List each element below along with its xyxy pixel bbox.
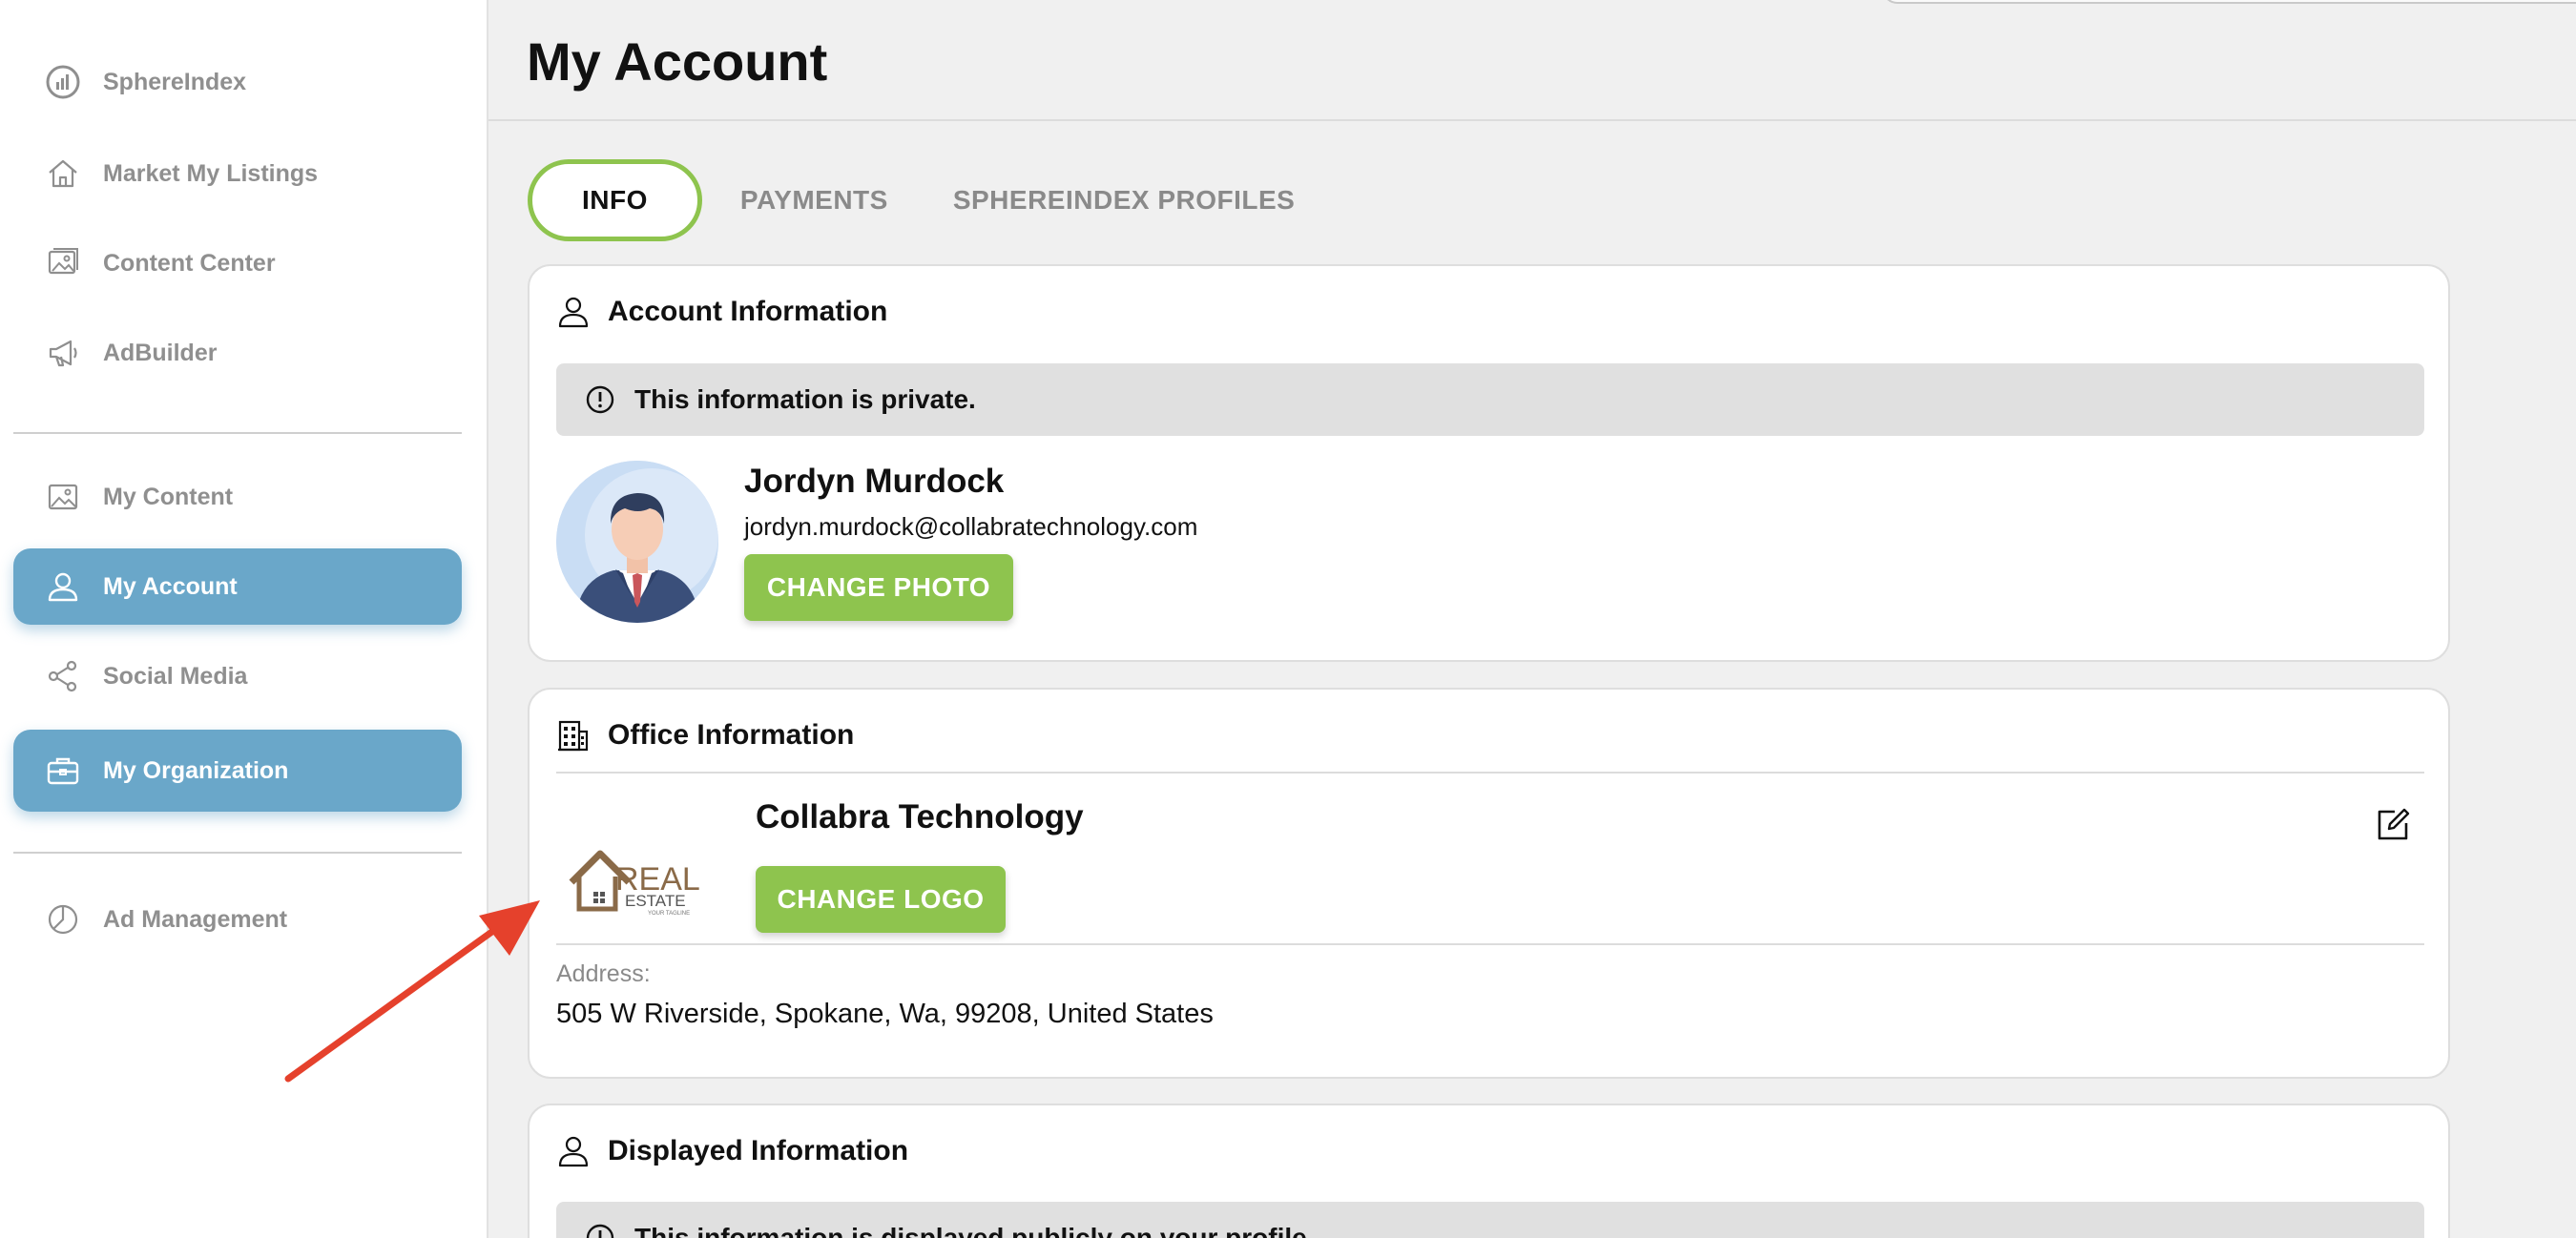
card-title: Displayed Information (608, 1135, 909, 1166)
tab-info[interactable]: INFO (528, 159, 702, 241)
card-header: Account Information (556, 295, 887, 329)
sidebar-item-label: My Organization (103, 756, 289, 784)
divider (556, 772, 2424, 774)
card-title: Office Information (608, 719, 855, 751)
sidebar-item-market-my-listings[interactable]: Market My Listings (13, 135, 462, 212)
change-logo-button[interactable]: CHANGE LOGO (756, 866, 1006, 933)
logo-text-sub: ESTATE (625, 892, 686, 910)
gallery-icon (42, 242, 84, 284)
avatar (556, 461, 718, 623)
organization-logo: REAL ESTATE YOUR TAGLINE (562, 823, 724, 928)
alert-circle-icon (586, 1224, 614, 1238)
sidebar-divider (13, 432, 462, 434)
notice-text: This information is displayed publicly o… (634, 1223, 1315, 1238)
user-icon (558, 297, 589, 328)
divider (556, 943, 2424, 945)
card-header: Office Information (556, 718, 854, 753)
address-label: Address: (556, 960, 651, 987)
user-email: jordyn.murdock@collabratechnology.com (744, 512, 1198, 541)
sidebar-item-label: Social Media (103, 662, 248, 690)
change-photo-button[interactable]: CHANGE PHOTO (744, 554, 1013, 621)
card-header: Displayed Information (556, 1134, 908, 1168)
account-tabs: INFO PAYMENTS SPHEREINDEX PROFILES (528, 159, 1360, 241)
tab-payments[interactable]: PAYMENTS (740, 185, 888, 216)
tab-sphereindex-profiles[interactable]: SPHEREINDEX PROFILES (953, 185, 1296, 216)
image-icon (42, 476, 84, 518)
logo-tagline: YOUR TAGLINE (648, 911, 690, 917)
account-information-card: Account Information This information is … (528, 264, 2450, 662)
megaphone-icon (42, 332, 84, 374)
displayed-information-card: Displayed Information This information i… (528, 1104, 2450, 1238)
sidebar-item-my-account[interactable]: My Account (13, 548, 462, 625)
sidebar-item-label: My Content (103, 483, 234, 510)
sidebar-item-label: My Account (103, 572, 238, 600)
office-information-card: Office Information REAL ESTATE YOUR TAGL… (528, 688, 2450, 1079)
home-icon (42, 153, 84, 195)
user-icon (558, 1136, 589, 1167)
notice-text: This information is private. (634, 384, 976, 414)
public-notice: This information is displayed publicly o… (556, 1202, 2424, 1238)
sidebar-item-label: Content Center (103, 249, 276, 277)
sidebar-item-my-content[interactable]: My Content (13, 459, 462, 535)
private-notice: This information is private. (556, 363, 2424, 436)
sidebar-divider (13, 852, 462, 854)
briefcase-icon (42, 750, 84, 792)
sidebar-item-label: SphereIndex (103, 68, 247, 95)
sidebar-item-label: AdBuilder (103, 339, 218, 366)
sidebar: SphereIndex Market My Listings Content C… (0, 0, 488, 1238)
sidebar-item-content-center[interactable]: Content Center (13, 225, 462, 301)
page-title: My Account (527, 31, 828, 92)
sidebar-item-label: Ad Management (103, 905, 288, 933)
sidebar-item-sphereindex[interactable]: SphereIndex (13, 44, 462, 120)
card-title: Account Information (608, 296, 888, 327)
sidebar-item-label: Market My Listings (103, 159, 319, 187)
sphereindex-logo-icon (42, 61, 84, 103)
search-bar[interactable] (1881, 0, 2576, 4)
organization-name: Collabra Technology (756, 798, 1084, 836)
share-icon (42, 655, 84, 697)
user-icon (42, 566, 84, 608)
edit-icon[interactable] (2374, 806, 2412, 844)
sidebar-item-my-organization[interactable]: My Organization (13, 730, 462, 812)
pie-chart-icon (42, 898, 84, 940)
sidebar-item-adbuilder[interactable]: AdBuilder (13, 315, 462, 391)
page-header: My Account (488, 0, 2576, 121)
user-name: Jordyn Murdock (744, 463, 1005, 500)
alert-circle-icon (586, 385, 614, 414)
sidebar-item-social-media[interactable]: Social Media (13, 638, 462, 714)
sidebar-item-ad-management[interactable]: Ad Management (13, 881, 462, 958)
address-value: 505 W Riverside, Spokane, Wa, 99208, Uni… (556, 999, 1214, 1029)
building-icon (558, 720, 589, 752)
